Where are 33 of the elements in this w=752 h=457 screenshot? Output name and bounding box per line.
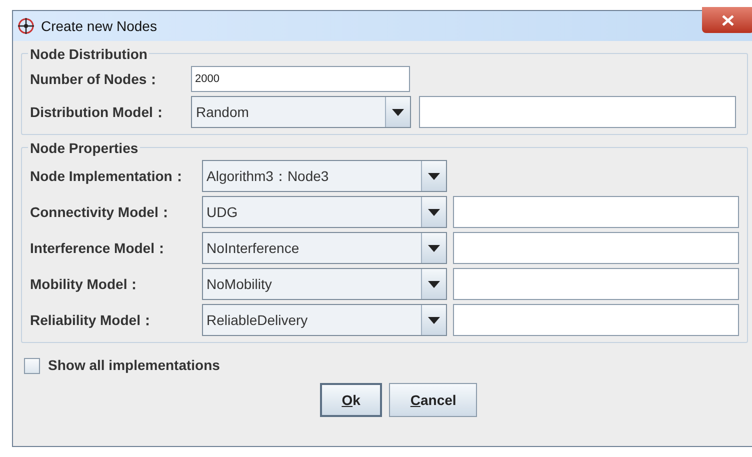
field-label: Reliability Model： [30,310,156,330]
number-of-nodes-field[interactable]: 2000 [191,66,410,92]
close-button[interactable] [702,7,752,33]
dropdown[interactable]: ReliableDelivery [202,304,447,336]
caret-icon[interactable] [422,233,446,263]
close-icon [722,14,734,26]
field-label: Number of Nodes： [30,70,162,88]
parameter-field[interactable] [419,96,736,128]
dropdown[interactable]: Random [191,96,411,128]
checkbox-label: Show all implementations [48,356,220,375]
caret-icon[interactable] [422,269,446,299]
field-label: Connectivity Model： [30,202,174,222]
caret-icon[interactable] [386,97,410,127]
parameter-field[interactable] [452,232,739,264]
checkbox[interactable] [24,358,40,374]
field-label: Distribution Model： [30,102,168,122]
caret-icon[interactable] [422,161,446,191]
caret-icon[interactable] [422,197,446,227]
parameter-field[interactable] [452,268,739,300]
dropdown[interactable]: Algorithm3：Node3 [202,160,447,192]
parameter-field[interactable] [452,196,739,228]
dialog-button[interactable]: Ok [320,383,382,417]
dropdown[interactable]: UDG [202,196,447,228]
field-label: Node Implementation： [30,166,188,186]
dropdown[interactable]: NoInterference [202,232,447,264]
field-label: Interference Model： [30,238,170,258]
dropdown[interactable]: NoMobility [202,268,447,300]
parameter-field[interactable] [452,304,739,336]
caret-icon[interactable] [422,305,446,335]
window-title: Create new Nodes [41,16,157,36]
dialog-button[interactable]: Cancel [389,383,478,417]
target-icon [17,17,35,35]
field-label: Mobility Model： [30,274,142,294]
